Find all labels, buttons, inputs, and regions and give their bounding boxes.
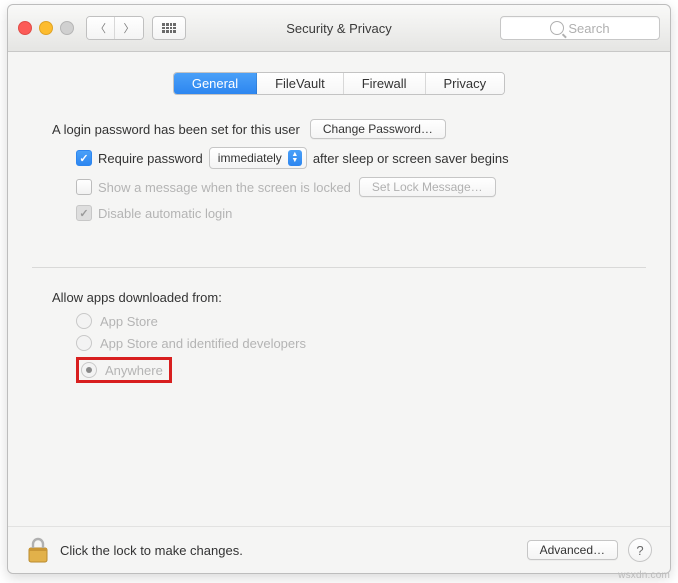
minimize-window-button[interactable]: [39, 21, 53, 35]
watermark: wsxdn.com: [618, 570, 670, 581]
show-message-row: Show a message when the screen is locked…: [52, 177, 646, 197]
password-set-row: A login password has been set for this u…: [52, 119, 646, 139]
advanced-button[interactable]: Advanced…: [527, 540, 618, 560]
radio-appstore: [76, 313, 92, 329]
allow-option-appstore-label: App Store: [100, 314, 158, 329]
require-password-prefix: Require password: [98, 151, 203, 166]
allow-option-identified-label: App Store and identified developers: [100, 336, 306, 351]
tab-general[interactable]: General: [174, 73, 257, 94]
content-area: General FileVault Firewall Privacy A log…: [8, 52, 670, 573]
allow-apps-radiogroup: App Store App Store and identified devel…: [52, 313, 646, 383]
password-set-label: A login password has been set for this u…: [52, 122, 300, 137]
stepper-icon: ▲▼: [288, 150, 302, 166]
tabs: General FileVault Firewall Privacy: [173, 72, 505, 95]
allow-option-identified: App Store and identified developers: [52, 335, 646, 351]
tab-firewall[interactable]: Firewall: [344, 73, 426, 94]
require-delay-value: immediately: [218, 151, 282, 165]
disable-auto-login-checkbox: [76, 205, 92, 221]
search-icon: [550, 21, 564, 35]
zoom-window-button: [60, 21, 74, 35]
tab-privacy[interactable]: Privacy: [426, 73, 505, 94]
window-controls: [18, 21, 74, 35]
section-divider: [32, 267, 646, 268]
close-window-button[interactable]: [18, 21, 32, 35]
grid-icon: [162, 23, 176, 33]
radio-identified: [76, 335, 92, 351]
change-password-button[interactable]: Change Password…: [310, 119, 446, 139]
search-placeholder: Search: [568, 21, 609, 36]
search-field[interactable]: Search: [500, 16, 660, 40]
anywhere-highlight: Anywhere: [76, 357, 172, 383]
allow-apps-section: Allow apps downloaded from: App Store Ap…: [32, 290, 646, 409]
disable-auto-login-label: Disable automatic login: [98, 206, 232, 221]
show-all-button[interactable]: [152, 16, 186, 40]
back-button[interactable]: 〈: [87, 17, 115, 39]
forward-button: 〉: [115, 17, 143, 39]
login-password-section: A login password has been set for this u…: [32, 95, 646, 249]
lock-icon[interactable]: [26, 536, 50, 564]
allow-option-anywhere-label: Anywhere: [105, 363, 163, 378]
set-lock-message-button: Set Lock Message…: [359, 177, 496, 197]
nav-segment: 〈 〉: [86, 16, 144, 40]
allow-apps-label-row: Allow apps downloaded from:: [52, 290, 646, 305]
lock-text: Click the lock to make changes.: [60, 543, 243, 558]
toolbar: 〈 〉 Security & Privacy Search: [8, 5, 670, 52]
show-message-checkbox: [76, 179, 92, 195]
show-message-label: Show a message when the screen is locked: [98, 180, 351, 195]
allow-option-anywhere: Anywhere: [52, 357, 646, 383]
allow-apps-label: Allow apps downloaded from:: [52, 290, 222, 305]
allow-option-appstore: App Store: [52, 313, 646, 329]
require-delay-select[interactable]: immediately ▲▼: [209, 147, 307, 169]
preferences-window: 〈 〉 Security & Privacy Search General Fi…: [7, 4, 671, 574]
require-password-checkbox[interactable]: [76, 150, 92, 166]
require-password-row: Require password immediately ▲▼ after sl…: [52, 147, 646, 169]
tab-filevault[interactable]: FileVault: [257, 73, 344, 94]
help-button[interactable]: ?: [628, 538, 652, 562]
footer: Click the lock to make changes. Advanced…: [8, 526, 670, 573]
help-icon: ?: [636, 543, 643, 558]
tab-bar: General FileVault Firewall Privacy: [32, 72, 646, 95]
disable-auto-login-row: Disable automatic login: [52, 205, 646, 221]
radio-anywhere: [81, 362, 97, 378]
require-password-suffix: after sleep or screen saver begins: [313, 151, 509, 166]
